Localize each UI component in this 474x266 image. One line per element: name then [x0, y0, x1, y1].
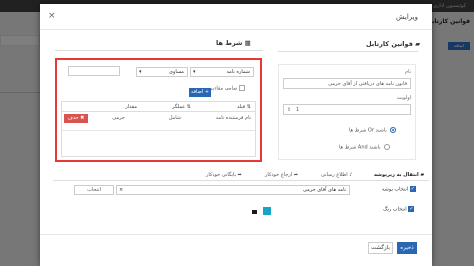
back-button[interactable]: بازگشت: [368, 242, 393, 254]
tab-notification[interactable]: اطلاع رسانی ♪: [321, 172, 352, 178]
header-field-label: فیلد: [237, 104, 246, 110]
plus-icon: +: [204, 89, 210, 95]
tab-move-to-subfolder[interactable]: انتقال به زیرپوشه ▰: [374, 172, 424, 178]
field-select-value: شماره نامه: [226, 69, 250, 75]
priority-spinner-icon[interactable]: ⇕: [287, 107, 291, 113]
row-value: حرمی: [112, 115, 125, 121]
name-input[interactable]: قانون نامه های دریافتی از آقای حرمی: [283, 78, 411, 89]
operator-select-value: مساوی: [169, 69, 184, 75]
priority-label: اولویت: [396, 95, 411, 101]
color-dropdown-arrow[interactable]: [252, 210, 257, 214]
sort-icon[interactable]: ⇅: [247, 104, 251, 110]
field-select[interactable]: ▾ شماره نامه: [190, 67, 254, 77]
all-values-label: تمامی مقادیر: [210, 85, 238, 92]
radio-or-label: شرط ها Or باشند: [349, 127, 387, 134]
conditions-section-header: شرط ها ▦: [216, 39, 251, 47]
radio-and-option[interactable]: شرط ها And باشند: [339, 144, 391, 151]
folder-icon: ▰: [420, 172, 425, 178]
rules-section-header: قوانین کارتابل ▰: [366, 40, 420, 48]
add-condition-label: اضافه: [190, 89, 204, 95]
table-icon: ▦: [244, 39, 251, 47]
sort-icon[interactable]: ⇅: [187, 104, 191, 110]
tab-auto-refer[interactable]: ارجاع خودکار ➦: [265, 172, 298, 178]
select-folder-checkbox[interactable]: ✓: [409, 186, 416, 192]
share-icon: ➦: [237, 172, 242, 178]
header-value-label: مقدار: [125, 104, 137, 110]
modal-header: × ویرایش: [40, 4, 432, 30]
folder-select[interactable]: × نامه های آقای حرمی: [116, 185, 350, 195]
rule-form: نام قانون نامه های دریافتی از آقای حرمی …: [278, 64, 416, 160]
header-operator-label: عملگر: [172, 104, 186, 110]
conditions-table: فیلد ⇅ عملگر ⇅ مقدار نام فرستنده نامه شا…: [61, 101, 256, 157]
save-button[interactable]: ذخیره: [397, 242, 417, 254]
all-values-checkbox[interactable]: [238, 85, 245, 91]
tab-auto-archive-label: بایگانی خودکار: [206, 172, 236, 178]
radio-and-label: شرط ها And باشند: [339, 144, 381, 151]
radio-or-input[interactable]: [390, 127, 397, 133]
priority-value: 1: [296, 107, 300, 113]
select-color-option[interactable]: انتخاب رنگ ✓: [383, 206, 415, 213]
tabs-divider: [53, 180, 429, 181]
tab-auto-refer-label: ارجاع خودکار: [265, 172, 293, 178]
clear-icon[interactable]: ×: [119, 187, 123, 193]
row-operator: شامل: [168, 115, 181, 121]
select-color-label: انتخاب رنگ: [383, 206, 407, 213]
delete-condition-button[interactable]: حذف ✖: [64, 114, 88, 123]
radio-and-input[interactable]: [384, 144, 391, 150]
tab-auto-archive[interactable]: بایگانی خودکار ➦: [206, 172, 242, 178]
footer-divider: [40, 234, 432, 235]
conditions-section-title: شرط ها: [216, 39, 243, 47]
choose-folder-button[interactable]: انتخاب: [74, 185, 114, 195]
rules-section-divider: [278, 51, 418, 52]
select-folder-option[interactable]: انتخاب پوشه ✓: [382, 186, 416, 193]
delete-icon: ✖: [80, 115, 85, 121]
tab-move-label: انتقال به زیرپوشه: [374, 172, 419, 178]
folder-select-value: نامه های آقای حرمی: [302, 187, 346, 193]
add-condition-button[interactable]: اضافه +: [189, 88, 211, 97]
rules-section-title: قوانین کارتابل: [366, 40, 413, 48]
select-folder-label: انتخاب پوشه: [382, 186, 409, 193]
all-values-option[interactable]: تمامی مقادیر: [210, 85, 245, 92]
chevron-down-icon: ▾: [139, 69, 142, 75]
bell-icon: ♪: [349, 172, 353, 178]
table-header-divider: [62, 111, 255, 112]
modal-title: ویرایش: [395, 13, 418, 21]
chevron-down-icon: ▾: [193, 69, 196, 75]
inbox-icon: ▰: [415, 40, 421, 48]
table-row-divider: [62, 130, 255, 131]
edit-modal: × ویرایش قوانین کارتابل ▰ شرط ها ▦ نام ق…: [40, 4, 432, 266]
select-color-checkbox[interactable]: ✓: [408, 206, 415, 212]
color-swatch[interactable]: [263, 207, 271, 215]
name-label: نام: [404, 69, 411, 75]
conditions-section-divider: [55, 50, 263, 51]
radio-or-option[interactable]: شرط ها Or باشند: [349, 127, 397, 134]
condition-value-input[interactable]: [68, 66, 120, 76]
operator-select[interactable]: ▾ مساوی: [136, 67, 188, 77]
share-icon: ➦: [293, 172, 299, 178]
tab-notification-label: اطلاع رسانی: [321, 172, 348, 178]
delete-label: حذف: [67, 115, 79, 121]
priority-input[interactable]: ⇕ 1: [283, 104, 411, 115]
close-icon[interactable]: ×: [48, 11, 56, 21]
row-field: نام فرستنده نامه: [215, 115, 251, 121]
